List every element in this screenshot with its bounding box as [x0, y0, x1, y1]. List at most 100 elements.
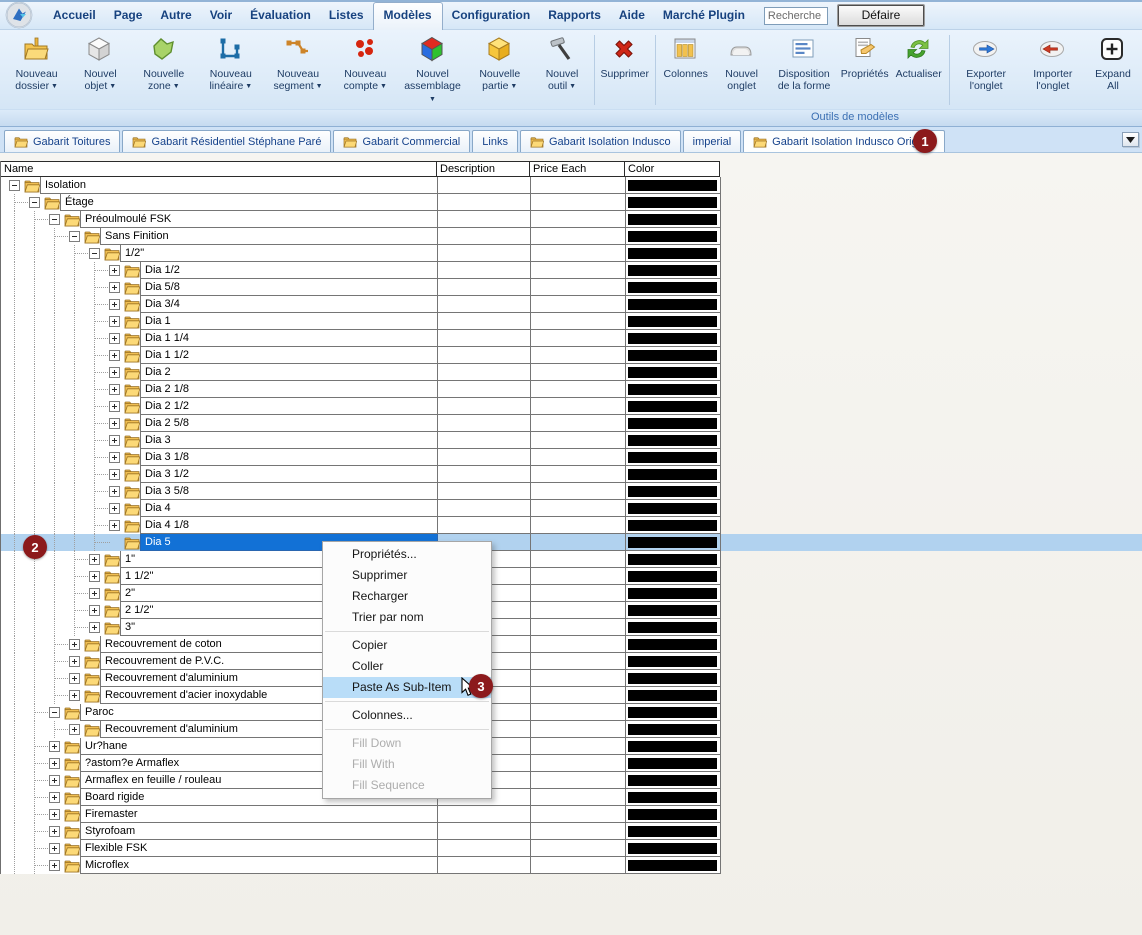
expand-icon[interactable] — [49, 741, 60, 752]
nouvelle-zone-button[interactable]: Nouvelle zone ▼ — [130, 33, 197, 95]
price-each-cell[interactable] — [531, 466, 626, 483]
expand-icon[interactable] — [109, 452, 120, 463]
tree-row-dia-2[interactable]: Dia 2 — [1, 364, 720, 381]
search-input[interactable] — [764, 7, 828, 25]
menubar-item-configuration[interactable]: Configuration — [443, 3, 540, 28]
price-each-cell[interactable] — [531, 687, 626, 704]
description-cell[interactable] — [438, 245, 531, 262]
color-cell[interactable] — [626, 721, 721, 738]
expand-icon[interactable] — [69, 639, 80, 650]
color-cell[interactable] — [626, 602, 721, 619]
menubar-item-rapports[interactable]: Rapports — [539, 3, 610, 28]
expand-icon[interactable] — [49, 792, 60, 803]
description-cell[interactable] — [438, 483, 531, 500]
tab-gabarit-isolation-indusco[interactable]: Gabarit Isolation Indusco — [520, 130, 681, 152]
color-swatch[interactable] — [628, 707, 717, 718]
color-cell[interactable] — [626, 177, 721, 194]
tree-row-dia-3-5-8[interactable]: Dia 3 5/8 — [1, 483, 720, 500]
expand-icon[interactable] — [89, 554, 100, 565]
collapse-icon[interactable] — [69, 231, 80, 242]
description-cell[interactable] — [438, 857, 531, 874]
description-cell[interactable] — [438, 313, 531, 330]
price-each-cell[interactable] — [531, 398, 626, 415]
price-each-cell[interactable] — [531, 619, 626, 636]
tab-gabarit-commercial[interactable]: Gabarit Commercial — [333, 130, 470, 152]
price-each-cell[interactable] — [531, 228, 626, 245]
price-each-cell[interactable] — [531, 789, 626, 806]
tree-row-dia-4-1-8[interactable]: Dia 4 1/8 — [1, 517, 720, 534]
color-cell[interactable] — [626, 194, 721, 211]
menubar-item-voir[interactable]: Voir — [201, 3, 241, 28]
menubar-item-evaluation[interactable]: Évaluation — [241, 3, 320, 28]
color-swatch[interactable] — [628, 435, 717, 446]
price-each-cell[interactable] — [531, 245, 626, 262]
price-each-cell[interactable] — [531, 313, 626, 330]
context-menu-item-supprimer[interactable]: Supprimer — [323, 565, 491, 586]
color-swatch[interactable] — [628, 690, 717, 701]
description-cell[interactable] — [438, 364, 531, 381]
expand-icon[interactable] — [109, 503, 120, 514]
color-swatch[interactable] — [628, 843, 717, 854]
menubar-item-modeles[interactable]: Modèles — [373, 2, 443, 30]
color-swatch[interactable] — [628, 299, 717, 310]
color-swatch[interactable] — [628, 758, 717, 769]
price-each-cell[interactable] — [531, 279, 626, 296]
color-swatch[interactable] — [628, 401, 717, 412]
description-cell[interactable] — [438, 177, 531, 194]
color-swatch[interactable] — [628, 826, 717, 837]
description-cell[interactable] — [438, 262, 531, 279]
context-menu-item-recharger[interactable]: Recharger — [323, 586, 491, 607]
color-cell[interactable] — [626, 857, 721, 874]
expand-icon[interactable] — [69, 724, 80, 735]
collapse-icon[interactable] — [49, 214, 60, 225]
color-swatch[interactable] — [628, 673, 717, 684]
nouvel-outil-button[interactable]: Nouvel outil ▼ — [533, 33, 590, 95]
expand-icon[interactable] — [109, 384, 120, 395]
color-cell[interactable] — [626, 279, 721, 296]
description-cell[interactable] — [438, 228, 531, 245]
color-cell[interactable] — [626, 500, 721, 517]
context-menu-item-copier[interactable]: Copier — [323, 635, 491, 656]
color-swatch[interactable] — [628, 333, 717, 344]
color-cell[interactable] — [626, 772, 721, 789]
price-each-cell[interactable] — [531, 364, 626, 381]
expand-icon[interactable] — [109, 520, 120, 531]
color-swatch[interactable] — [628, 622, 717, 633]
expand-icon[interactable] — [109, 486, 120, 497]
price-each-cell[interactable] — [531, 551, 626, 568]
context-menu-item-trier-par-nom[interactable]: Trier par nom — [323, 607, 491, 628]
tree-row-dia-3-1-2[interactable]: Dia 3 1/2 — [1, 466, 720, 483]
price-each-cell[interactable] — [531, 177, 626, 194]
tab-overflow-button[interactable] — [1122, 132, 1139, 147]
expand-icon[interactable] — [69, 673, 80, 684]
color-swatch[interactable] — [628, 350, 717, 361]
collapse-icon[interactable] — [89, 248, 100, 259]
color-swatch[interactable] — [628, 214, 717, 225]
color-swatch[interactable] — [628, 554, 717, 565]
context-menu-item-proprietes[interactable]: Propriétés... — [323, 544, 491, 565]
color-cell[interactable] — [626, 619, 721, 636]
menubar-item-aide[interactable]: Aide — [610, 3, 654, 28]
expand-icon[interactable] — [109, 282, 120, 293]
color-cell[interactable] — [626, 636, 721, 653]
color-swatch[interactable] — [628, 231, 717, 242]
tree-row-microflex[interactable]: Microflex — [1, 857, 720, 874]
price-each-cell[interactable] — [531, 806, 626, 823]
color-swatch[interactable] — [628, 741, 717, 752]
price-each-cell[interactable] — [531, 823, 626, 840]
description-cell[interactable] — [438, 466, 531, 483]
color-cell[interactable] — [626, 296, 721, 313]
color-swatch[interactable] — [628, 656, 717, 667]
expand-icon[interactable] — [49, 843, 60, 854]
column-header-name[interactable]: Name — [1, 161, 437, 177]
color-cell[interactable] — [626, 313, 721, 330]
expand-icon[interactable] — [69, 690, 80, 701]
color-swatch[interactable] — [628, 639, 717, 650]
description-cell[interactable] — [438, 330, 531, 347]
nouvel-objet-button[interactable]: Nouvel objet ▼ — [70, 33, 130, 95]
expand-icon[interactable] — [49, 860, 60, 871]
supprimer-button[interactable]: Supprimer — [598, 33, 652, 82]
tree-row-dia-1-2[interactable]: Dia 1/2 — [1, 262, 720, 279]
expand-icon[interactable] — [109, 265, 120, 276]
tree-row-styrofoam[interactable]: Styrofoam — [1, 823, 720, 840]
